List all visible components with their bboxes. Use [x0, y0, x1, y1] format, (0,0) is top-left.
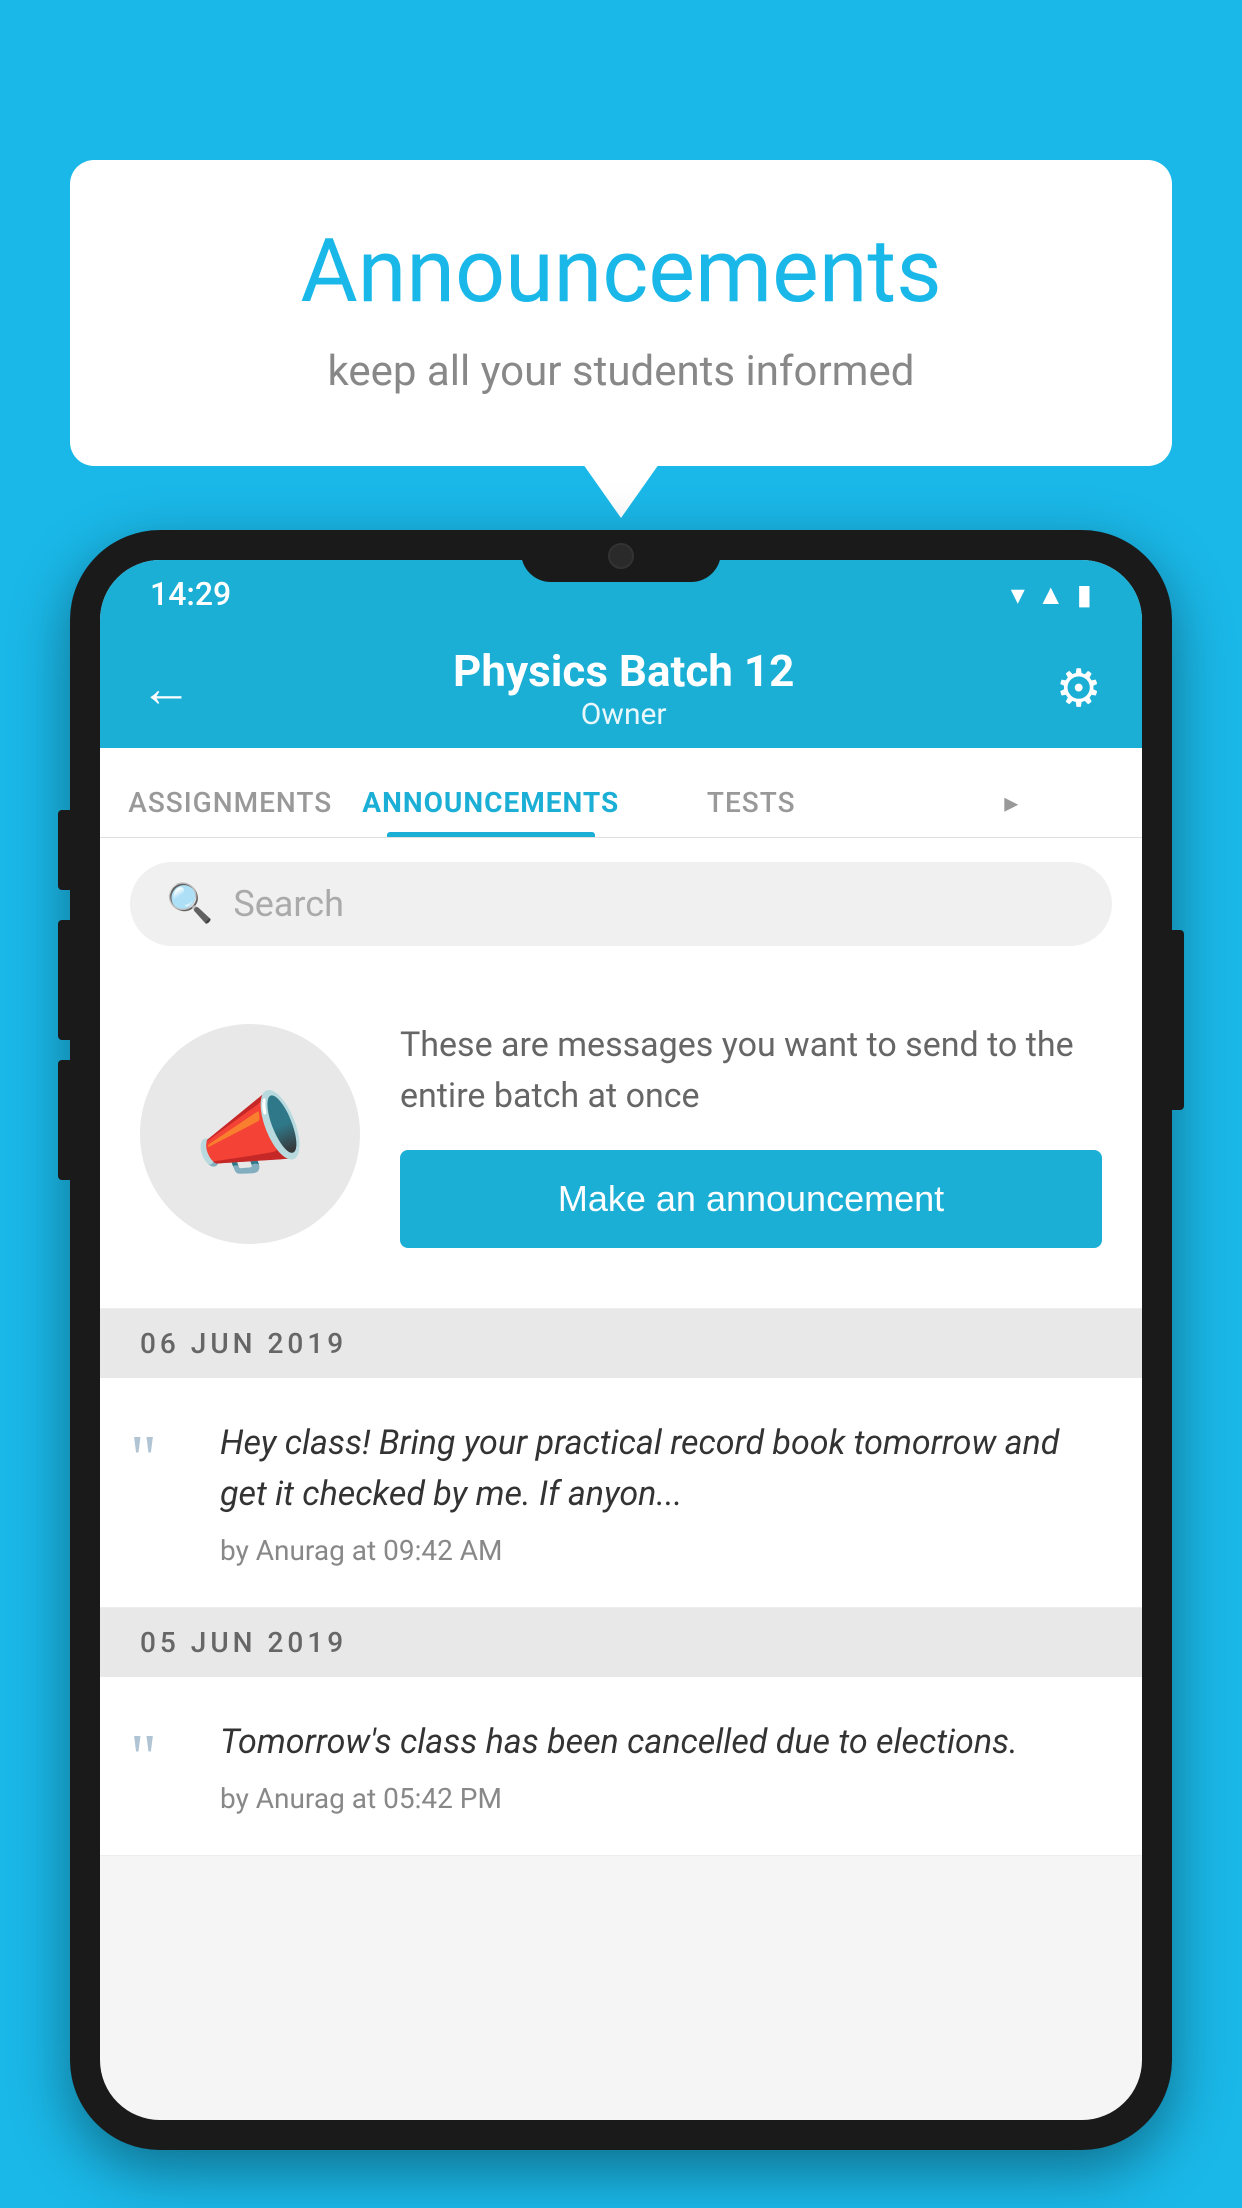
status-time: 14:29 [150, 575, 231, 613]
speech-bubble-title: Announcements [150, 220, 1092, 323]
megaphone-icon: 📣 [194, 1082, 306, 1187]
promo-content: These are messages you want to send to t… [400, 1020, 1102, 1248]
phone-outer: 14:29 ▾ ▲ ▮ ← Physics Batch 12 Owner ⚙ A… [70, 530, 1172, 2150]
tab-more[interactable]: ▸ [882, 786, 1143, 837]
header-subtitle: Owner [453, 697, 794, 732]
date-separator-1: 06 JUN 2019 [100, 1309, 1142, 1378]
make-announcement-button[interactable]: Make an announcement [400, 1150, 1102, 1248]
speech-bubble-container: Announcements keep all your students inf… [70, 160, 1172, 466]
announcement-text-2: Tomorrow's class has been cancelled due … [220, 1717, 1102, 1768]
status-icons: ▾ ▲ ▮ [1011, 578, 1092, 611]
phone-notch [521, 530, 721, 582]
header-center: Physics Batch 12 Owner [453, 645, 794, 732]
speech-bubble-subtitle: keep all your students informed [150, 347, 1092, 396]
announcement-meta-2: by Anurag at 05:42 PM [220, 1782, 1102, 1815]
search-input[interactable]: Search [233, 883, 344, 925]
phone-button-power [1172, 930, 1184, 1110]
app-header: ← Physics Batch 12 Owner ⚙ [100, 628, 1142, 748]
speech-bubble: Announcements keep all your students inf… [70, 160, 1172, 466]
announcement-meta-1: by Anurag at 09:42 AM [220, 1534, 1102, 1567]
date-separator-2: 05 JUN 2019 [100, 1608, 1142, 1677]
phone-button-volume-up [58, 810, 70, 890]
search-bar[interactable]: 🔍 Search [130, 862, 1112, 946]
announcement-text-1: Hey class! Bring your practical record b… [220, 1418, 1102, 1520]
phone-camera [608, 543, 634, 569]
search-container: 🔍 Search [100, 838, 1142, 970]
tabs-container: ASSIGNMENTS ANNOUNCEMENTS TESTS ▸ [100, 748, 1142, 838]
tab-assignments[interactable]: ASSIGNMENTS [100, 786, 361, 837]
settings-icon[interactable]: ⚙ [1055, 658, 1102, 719]
back-button[interactable]: ← [140, 658, 192, 719]
battery-icon: ▮ [1077, 578, 1092, 611]
phone-button-silent [58, 1060, 70, 1180]
announcement-item-1: " Hey class! Bring your practical record… [100, 1378, 1142, 1608]
announcement-content-2: Tomorrow's class has been cancelled due … [220, 1717, 1102, 1815]
signal-icon: ▲ [1037, 578, 1065, 611]
wifi-icon: ▾ [1011, 578, 1025, 611]
announcement-item-2: " Tomorrow's class has been cancelled du… [100, 1677, 1142, 1856]
announcement-icon-circle: 📣 [140, 1024, 360, 1244]
announcement-content-1: Hey class! Bring your practical record b… [220, 1418, 1102, 1567]
tab-tests[interactable]: TESTS [621, 786, 882, 837]
quote-icon-1: " [130, 1426, 190, 1492]
phone-button-volume-down [58, 920, 70, 1040]
promo-section: 📣 These are messages you want to send to… [100, 970, 1142, 1309]
promo-description: These are messages you want to send to t… [400, 1020, 1102, 1122]
tab-announcements[interactable]: ANNOUNCEMENTS [361, 786, 622, 837]
phone-screen: 14:29 ▾ ▲ ▮ ← Physics Batch 12 Owner ⚙ A… [100, 560, 1142, 2120]
phone-wrapper: 14:29 ▾ ▲ ▮ ← Physics Batch 12 Owner ⚙ A… [70, 530, 1172, 2208]
header-title: Physics Batch 12 [453, 645, 794, 697]
quote-icon-2: " [130, 1725, 190, 1791]
search-icon: 🔍 [166, 882, 213, 926]
